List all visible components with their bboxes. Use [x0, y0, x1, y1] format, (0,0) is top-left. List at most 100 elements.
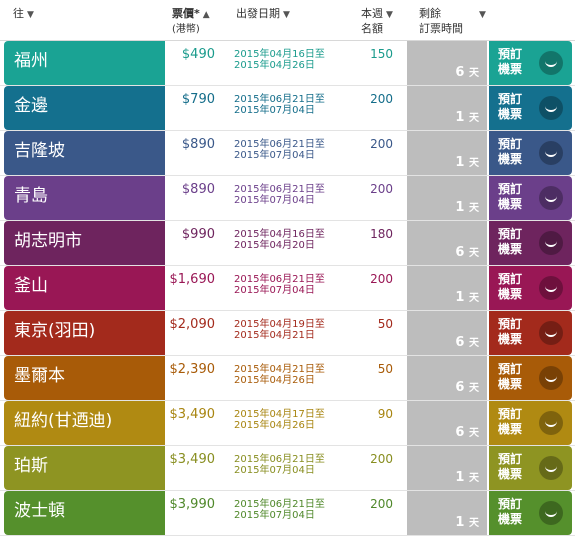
- destination-cell[interactable]: 吉隆坡: [4, 131, 165, 175]
- book-ticket-button[interactable]: 預訂 機票: [489, 446, 572, 490]
- date-start: 2015年06月21日至: [234, 94, 325, 105]
- destination-cell[interactable]: 釜山: [4, 266, 165, 310]
- header-date[interactable]: 出發日期 ▼: [236, 7, 290, 22]
- date-cell: 2015年06月21日至 2015年07月04日: [234, 94, 354, 116]
- header-quota[interactable]: 本週 ▼ 名額: [361, 7, 393, 35]
- destination-cell[interactable]: 東京(羽田): [4, 311, 165, 355]
- remaining-time-cell: 1 天: [407, 491, 487, 535]
- sort-down-icon: ▼: [27, 10, 34, 20]
- days-remaining: 1 天: [455, 109, 479, 125]
- book-ticket-button[interactable]: 預訂 機票: [489, 401, 572, 445]
- header-price[interactable]: 票價* ▲ (港幣): [172, 7, 210, 36]
- book-label: 預訂 機票: [498, 407, 522, 437]
- book-ticket-button[interactable]: 預訂 機票: [489, 221, 572, 265]
- destination-cell[interactable]: 波士頓: [4, 491, 165, 535]
- quota-cell: 150: [370, 47, 393, 61]
- table-row: 墨爾本 $2,390 2015年04月21日至 2015年04月26日 50 6…: [0, 356, 575, 401]
- date-end: 2015年07月04日: [234, 195, 315, 206]
- book-label-line1: 預訂: [498, 362, 523, 376]
- days-unit: 天: [469, 158, 479, 169]
- quota-cell: 50: [377, 362, 393, 376]
- destination-cell[interactable]: 紐約(甘迺迪): [4, 401, 165, 445]
- date-end: 2015年07月04日: [234, 105, 315, 116]
- header-remaining-time[interactable]: 剩餘 ▼ 訂票時間: [419, 7, 486, 35]
- days-remaining: 1 天: [455, 154, 479, 170]
- smile-icon: [539, 276, 563, 300]
- days-value: 6: [455, 425, 465, 440]
- flight-list: 福州 $490 2015年04月16日至 2015年04月26日 150 6 天…: [0, 41, 575, 536]
- book-ticket-button[interactable]: 預訂 機票: [489, 41, 572, 85]
- destination-cell[interactable]: 胡志明市: [4, 221, 165, 265]
- book-ticket-button[interactable]: 預訂 機票: [489, 131, 572, 175]
- days-value: 6: [455, 245, 465, 260]
- book-ticket-button[interactable]: 預訂 機票: [489, 356, 572, 400]
- destination-cell[interactable]: 金邊: [4, 86, 165, 130]
- book-ticket-button[interactable]: 預訂 機票: [489, 266, 572, 310]
- destination-cell[interactable]: 福州: [4, 41, 165, 85]
- remaining-time-cell: 6 天: [407, 356, 487, 400]
- book-ticket-button[interactable]: 預訂 機票: [489, 176, 572, 220]
- price-cell: $2,090: [169, 317, 216, 332]
- date-end: 2015年04月26日: [234, 60, 315, 71]
- days-unit: 天: [469, 293, 479, 304]
- price-cell: $2,390: [169, 362, 216, 377]
- date-cell: 2015年06月21日至 2015年07月04日: [234, 274, 354, 296]
- date-start: 2015年04月19日至: [234, 319, 325, 330]
- book-ticket-button[interactable]: 預訂 機票: [489, 311, 572, 355]
- days-remaining: 1 天: [455, 289, 479, 305]
- remaining-time-cell: 6 天: [407, 41, 487, 85]
- destination-cell[interactable]: 墨爾本: [4, 356, 165, 400]
- days-unit: 天: [469, 113, 479, 124]
- book-label-line2: 機票: [498, 332, 523, 346]
- date-start: 2015年04月16日至: [234, 229, 325, 240]
- days-remaining: 6 天: [455, 424, 479, 440]
- book-label-line1: 預訂: [498, 407, 523, 421]
- date-cell: 2015年04月21日至 2015年04月26日: [234, 364, 354, 386]
- date-end: 2015年04月26日: [234, 420, 315, 431]
- remaining-time-cell: 6 天: [407, 311, 487, 355]
- book-label-line1: 預訂: [498, 47, 523, 61]
- days-unit: 天: [469, 383, 479, 394]
- price-cell: $490: [181, 47, 215, 62]
- price-cell: $3,490: [169, 407, 216, 422]
- destination-cell[interactable]: 珀斯: [4, 446, 165, 490]
- date-end: 2015年07月04日: [234, 465, 315, 476]
- price-cell: $890: [181, 137, 215, 152]
- book-label: 預訂 機票: [498, 227, 522, 257]
- date-cell: 2015年04月16日至 2015年04月26日: [234, 49, 354, 71]
- days-value: 1: [455, 155, 465, 170]
- table-row: 珀斯 $3,490 2015年06月21日至 2015年07月04日 200 1…: [0, 446, 575, 491]
- remaining-time-cell: 6 天: [407, 221, 487, 265]
- days-remaining: 6 天: [455, 379, 479, 395]
- quota-cell: 50: [377, 317, 393, 331]
- date-start: 2015年04月21日至: [234, 364, 325, 375]
- sort-up-icon: ▲: [202, 10, 210, 20]
- book-label-line1: 預訂: [498, 497, 523, 511]
- remaining-time-cell: 1 天: [407, 86, 487, 130]
- table-row: 波士頓 $3,990 2015年06月21日至 2015年07月04日 200 …: [0, 491, 575, 536]
- table-row: 紐約(甘迺迪) $3,490 2015年04月17日至 2015年04月26日 …: [0, 401, 575, 446]
- book-ticket-button[interactable]: 預訂 機票: [489, 491, 572, 535]
- header-destination[interactable]: 往 ▼: [13, 7, 34, 22]
- book-label-line2: 機票: [498, 152, 523, 166]
- destination-cell[interactable]: 青島: [4, 176, 165, 220]
- header-remaining-label: 剩餘: [419, 7, 441, 20]
- date-cell: 2015年06月21日至 2015年07月04日: [234, 139, 354, 161]
- date-end: 2015年07月04日: [234, 510, 315, 521]
- quota-cell: 200: [370, 182, 393, 196]
- remaining-time-cell: 1 天: [407, 446, 487, 490]
- book-label: 預訂 機票: [498, 452, 522, 482]
- book-ticket-button[interactable]: 預訂 機票: [489, 86, 572, 130]
- price-cell: $3,990: [169, 497, 216, 512]
- book-label-line1: 預訂: [498, 452, 523, 466]
- smile-icon: [539, 411, 563, 435]
- book-label-line2: 機票: [498, 197, 523, 211]
- remaining-time-cell: 1 天: [407, 266, 487, 310]
- days-unit: 天: [469, 428, 479, 439]
- table-row: 青島 $890 2015年06月21日至 2015年07月04日 200 1 天…: [0, 176, 575, 221]
- price-cell: $890: [181, 182, 215, 197]
- quota-cell: 200: [370, 137, 393, 151]
- days-value: 6: [455, 65, 465, 80]
- book-label: 預訂 機票: [498, 47, 522, 77]
- date-end: 2015年07月04日: [234, 150, 315, 161]
